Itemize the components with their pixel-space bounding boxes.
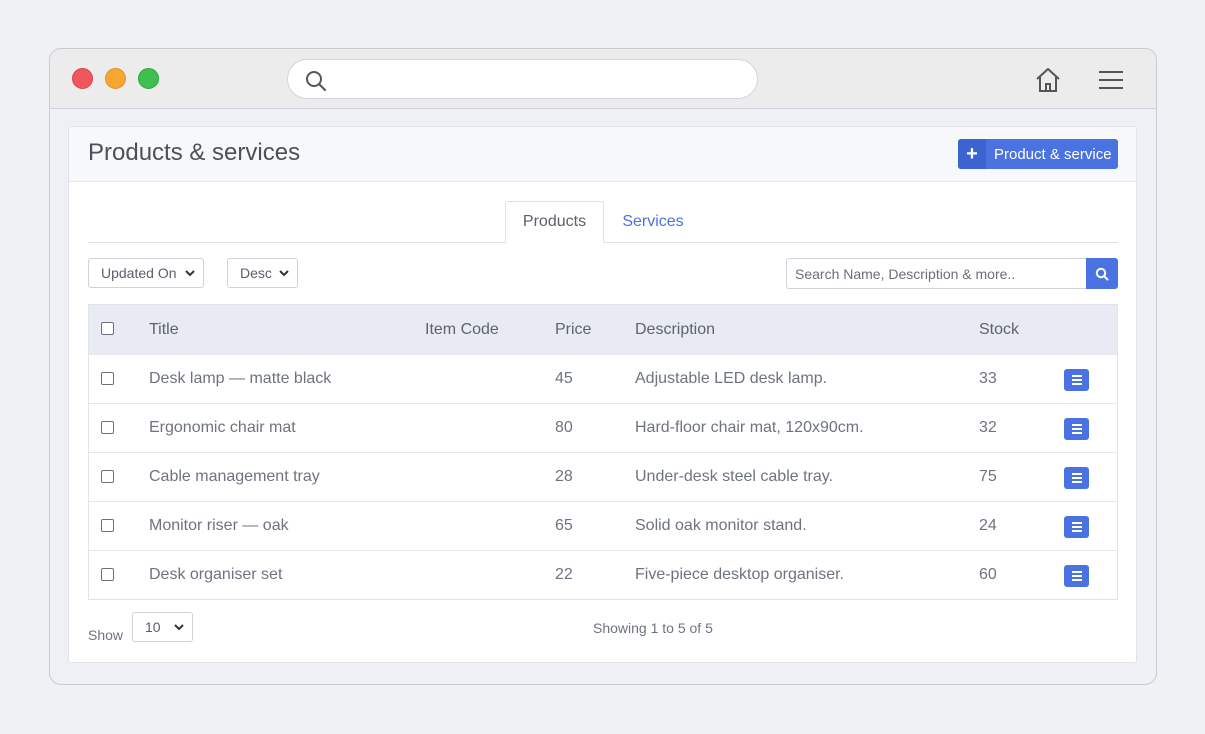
maximize-window-button[interactable] (138, 68, 159, 89)
address-bar[interactable] (287, 59, 758, 99)
table-row: Desk organiser set 22 Five-piece desktop… (89, 550, 1117, 599)
search-icon (1095, 267, 1109, 280)
row-title: Cable management tray (149, 468, 320, 485)
row-checkbox[interactable] (101, 421, 114, 434)
add-button-label: Product & service (994, 145, 1112, 163)
row-price: 45 (555, 370, 573, 387)
row-stock: 60 (979, 566, 997, 583)
row-description: Under-desk steel cable tray. (635, 468, 834, 485)
row-actions-button[interactable] (1064, 467, 1089, 489)
table-row: Cable management tray 28 Under-desk stee… (89, 452, 1117, 501)
add-product-service-button[interactable]: + Product & service (958, 139, 1118, 169)
row-title: Desk organiser set (149, 566, 283, 583)
sort-by-select[interactable]: Updated On (88, 258, 204, 288)
column-header-item-code[interactable]: Item Code (425, 305, 499, 354)
tab-services[interactable]: Services (604, 201, 702, 243)
sort-direction-value: Desc (240, 265, 272, 281)
card-header: Products & services + Product & service (69, 127, 1136, 182)
show-label: Show (88, 627, 124, 643)
search-icon (306, 71, 326, 91)
page-size-select[interactable]: 10 (132, 612, 193, 642)
tab-products[interactable]: Products (505, 201, 604, 243)
row-title: Monitor riser — oak (149, 517, 289, 534)
row-stock: 75 (979, 468, 997, 485)
sort-direction-select[interactable]: Desc (227, 258, 298, 288)
browser-window: Products & services + Product & service … (49, 48, 1157, 685)
column-header-title[interactable]: Title (149, 305, 179, 354)
row-price: 28 (555, 468, 573, 485)
row-price: 65 (555, 517, 573, 534)
row-stock: 32 (979, 419, 997, 436)
select-all-checkbox[interactable] (101, 322, 114, 335)
chevron-down-icon (185, 270, 195, 277)
row-checkbox[interactable] (101, 470, 114, 483)
row-stock: 33 (979, 370, 997, 387)
row-description: Five-piece desktop organiser. (635, 566, 844, 583)
row-checkbox[interactable] (101, 372, 114, 385)
products-table: Title Item Code Price Description Stock … (88, 304, 1118, 600)
row-actions-button[interactable] (1064, 516, 1089, 538)
search-input[interactable] (786, 258, 1087, 289)
chevron-down-icon (174, 624, 184, 631)
tab-bar: Products Services (88, 201, 1118, 243)
table-header-row: Title Item Code Price Description Stock (89, 305, 1117, 354)
row-stock: 24 (979, 517, 997, 534)
row-price: 22 (555, 566, 573, 583)
plus-icon: + (958, 139, 986, 169)
column-header-stock[interactable]: Stock (979, 305, 1019, 354)
row-description: Hard-floor chair mat, 120x90cm. (635, 419, 864, 436)
row-description: Adjustable LED desk lamp. (635, 370, 828, 387)
row-description: Solid oak monitor stand. (635, 517, 807, 534)
chevron-down-icon (279, 270, 289, 277)
page-size-value: 10 (145, 619, 161, 635)
column-header-price[interactable]: Price (555, 305, 591, 354)
search-button[interactable] (1086, 258, 1118, 289)
browser-toolbar (50, 49, 1156, 109)
column-header-description[interactable]: Description (635, 305, 715, 354)
search-group (786, 258, 1118, 289)
row-actions-button[interactable] (1064, 565, 1089, 587)
hamburger-menu-icon[interactable] (1097, 69, 1125, 91)
row-checkbox[interactable] (101, 519, 114, 532)
row-actions-button[interactable] (1064, 369, 1089, 391)
row-checkbox[interactable] (101, 568, 114, 581)
page-title: Products & services (88, 139, 301, 166)
row-title: Desk lamp — matte black (149, 370, 332, 387)
table-row: Ergonomic chair mat 80 Hard-floor chair … (89, 403, 1117, 452)
row-title: Ergonomic chair mat (149, 419, 296, 436)
row-actions-button[interactable] (1064, 418, 1089, 440)
minimize-window-button[interactable] (105, 68, 126, 89)
table-row: Desk lamp — matte black 45 Adjustable LE… (89, 354, 1117, 403)
pagination-info: Showing 1 to 5 of 5 (593, 620, 713, 636)
products-card: Products & services + Product & service … (68, 126, 1137, 663)
table-row: Monitor riser — oak 65 Solid oak monitor… (89, 501, 1117, 550)
sort-by-value: Updated On (101, 265, 177, 281)
home-icon[interactable] (1034, 66, 1062, 94)
row-price: 80 (555, 419, 573, 436)
close-window-button[interactable] (72, 68, 93, 89)
